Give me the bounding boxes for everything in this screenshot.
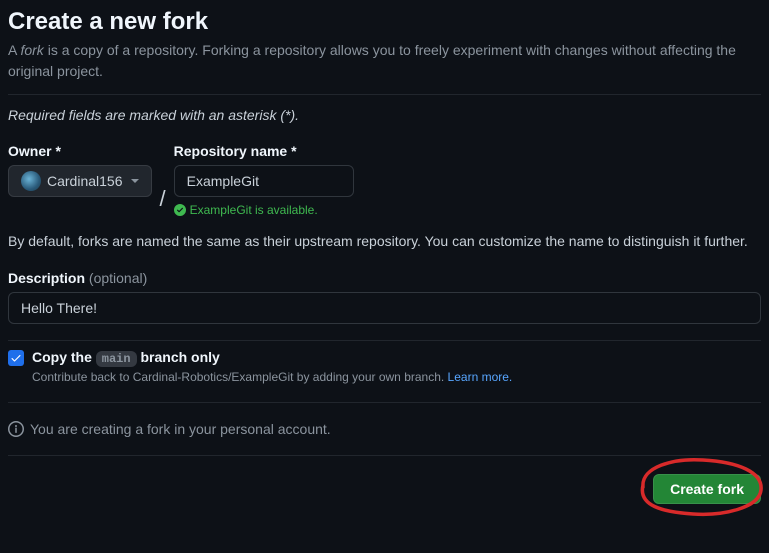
branch-chip: main <box>96 351 137 367</box>
divider <box>8 94 761 95</box>
info-icon <box>8 421 24 437</box>
copy-branch-checkbox[interactable] <box>8 350 24 366</box>
required-fields-note: Required fields are marked with an aster… <box>8 107 761 123</box>
copy-branch-row: Copy the main branch only Contribute bac… <box>8 349 761 384</box>
check-circle-icon <box>174 204 186 216</box>
divider <box>8 402 761 403</box>
description-label: Description (optional) <box>8 270 761 286</box>
owner-repo-row: Owner * Cardinal156 / Repository name * … <box>8 143 761 217</box>
create-fork-button[interactable]: Create fork <box>653 474 761 504</box>
learn-more-link[interactable]: Learn more. <box>448 370 513 384</box>
repo-name-input[interactable] <box>174 165 354 197</box>
page-subtitle: A fork is a copy of a repository. Forkin… <box>8 40 761 82</box>
repo-label: Repository name * <box>174 143 354 159</box>
availability-message: ExampleGit is available. <box>174 203 354 217</box>
chevron-down-icon <box>131 179 139 183</box>
owner-name: Cardinal156 <box>47 173 123 189</box>
footer: Create fork <box>8 474 761 504</box>
owner-dropdown[interactable]: Cardinal156 <box>8 165 152 197</box>
avatar <box>21 171 41 191</box>
naming-help-text: By default, forks are named the same as … <box>8 231 761 252</box>
description-input[interactable] <box>8 292 761 324</box>
owner-label: Owner * <box>8 143 152 159</box>
divider <box>8 455 761 456</box>
description-group: Description (optional) <box>8 270 761 324</box>
copy-branch-help: Contribute back to Cardinal-Robotics/Exa… <box>32 370 761 384</box>
divider <box>8 340 761 341</box>
page-title: Create a new fork <box>8 8 761 36</box>
check-icon <box>10 352 22 364</box>
separator-slash: / <box>160 186 166 217</box>
info-note-row: You are creating a fork in your personal… <box>8 421 761 437</box>
info-note-text: You are creating a fork in your personal… <box>30 421 331 437</box>
copy-branch-label: Copy the main branch only <box>32 349 761 366</box>
